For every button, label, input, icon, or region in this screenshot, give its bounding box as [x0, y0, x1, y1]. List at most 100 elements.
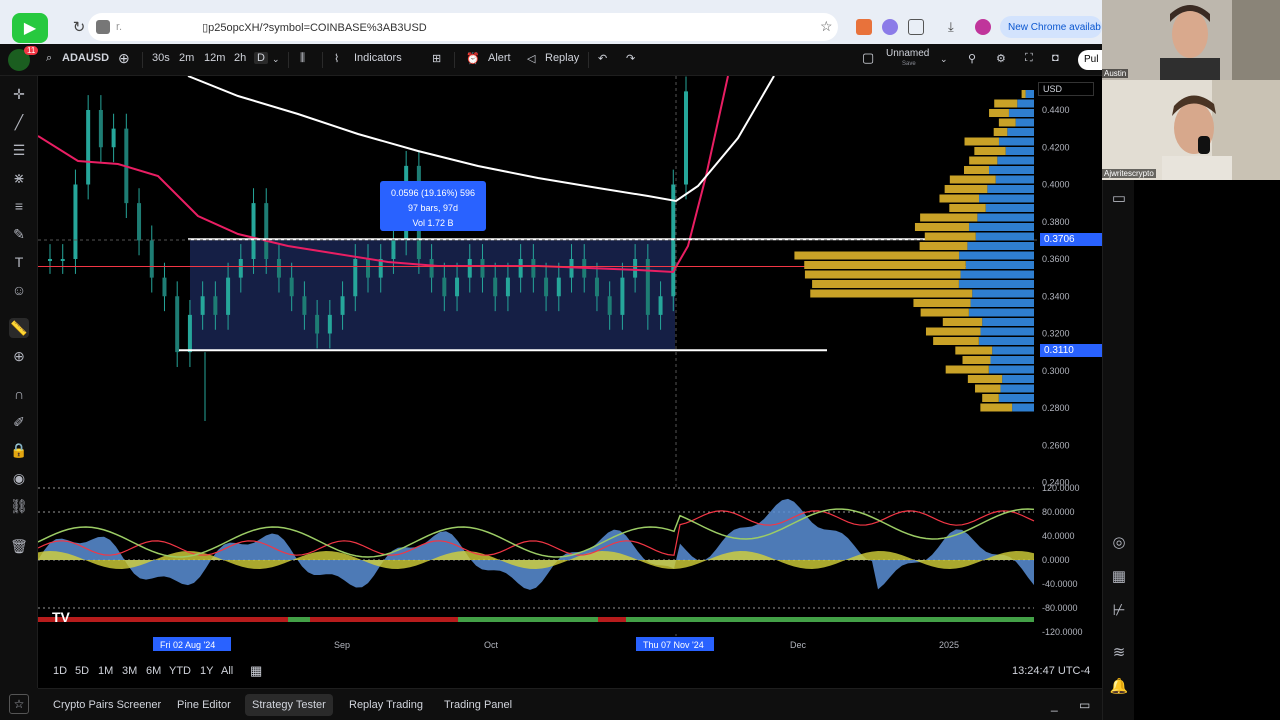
interval-2h[interactable]: 2h: [234, 52, 246, 64]
candle-body: [264, 203, 269, 259]
address-bar[interactable]: r. ▯p25opcXH/?symbol=COINBASE%3AB3USD: [88, 13, 838, 41]
candle-body: [60, 259, 65, 261]
emoji-icon[interactable]: ☺: [9, 280, 29, 300]
alert-button[interactable]: Alert: [488, 52, 511, 64]
stay-in-drawing-icon[interactable]: ✐: [9, 412, 29, 432]
fullscreen-icon[interactable]: ⛶: [1025, 52, 1033, 65]
tab-replay-trading[interactable]: Replay Trading: [342, 694, 430, 716]
symbol-search[interactable]: ADAUSD: [62, 52, 109, 64]
layout-name[interactable]: Unnamed: [886, 48, 929, 59]
volume-profile-bar: [1007, 128, 1034, 136]
measure-volume: Vol 1.72 B: [412, 218, 454, 228]
settings-gear-icon[interactable]: ⚙: [996, 52, 1006, 65]
magnet-icon[interactable]: ∩: [9, 384, 29, 404]
currency-selector[interactable]: USD: [1038, 82, 1094, 96]
clock-readout[interactable]: 13:24:47 UTC-4: [1012, 665, 1090, 677]
extensions-puzzle-icon[interactable]: [908, 19, 924, 35]
range-ytd[interactable]: YTD: [169, 665, 191, 677]
candle-body: [442, 277, 447, 297]
range-3m[interactable]: 3M: [122, 665, 137, 677]
alert-icon[interactable]: ⏰: [466, 52, 480, 65]
ideas-icon[interactable]: ⊬: [1109, 600, 1129, 620]
trendline-icon[interactable]: ╱: [9, 112, 29, 132]
range-1y[interactable]: 1Y: [200, 665, 213, 677]
text-tool-icon[interactable]: T: [9, 252, 29, 272]
layout-icon[interactable]: ▢: [862, 50, 874, 66]
zoom-icon[interactable]: ⊕: [9, 346, 29, 366]
download-icon[interactable]: ⤓: [948, 19, 964, 35]
replay-button[interactable]: Replay: [545, 52, 579, 64]
target-icon[interactable]: ◎: [1109, 532, 1129, 552]
range-1m[interactable]: 1M: [98, 665, 113, 677]
interval-2m[interactable]: 2m: [179, 52, 194, 64]
range-6m[interactable]: 6M: [146, 665, 161, 677]
volume-profile-bar: [970, 299, 1034, 307]
volume-profile-bar: [924, 232, 976, 241]
profile-avatar[interactable]: [975, 19, 991, 35]
bookmark-star-icon[interactable]: ☆: [820, 18, 833, 35]
indicators-icon[interactable]: ⌇: [334, 52, 339, 65]
fib-retracement-icon[interactable]: ☰: [9, 140, 29, 160]
tab-pine-editor[interactable]: Pine Editor: [170, 694, 238, 716]
link-icon[interactable]: ⛓: [9, 496, 29, 516]
chart-svg[interactable]: 0.4400 0.4200 0.4000 0.3800 0.3600 0.3400 0.32…: [38, 76, 1102, 688]
chat-icon[interactable]: ▭: [1109, 188, 1129, 208]
extension-icon[interactable]: [882, 19, 898, 35]
pattern-icon[interactable]: ⋇: [9, 168, 29, 188]
goto-date-icon[interactable]: ▦: [250, 663, 262, 679]
measure-range-box: [190, 239, 675, 351]
metamask-extension-icon[interactable]: [856, 19, 872, 35]
webcam-bottom-image: [1102, 80, 1280, 180]
candle-body: [658, 296, 663, 315]
volume-profile-bar: [949, 175, 996, 184]
redo-icon[interactable]: ↷: [626, 52, 635, 65]
prediction-icon[interactable]: ≡: [9, 196, 29, 216]
interval-12m[interactable]: 12m: [204, 52, 225, 64]
layout-dropdown-icon[interactable]: ⌄: [940, 54, 948, 65]
range-all[interactable]: All: [221, 665, 233, 677]
measure-change: 0.0596 (19.16%) 596: [390, 188, 476, 198]
signal-icon[interactable]: ≋: [1109, 642, 1129, 662]
crosshair-icon[interactable]: ✛: [9, 84, 29, 104]
compare-add-icon[interactable]: ⊕: [118, 50, 130, 67]
tab-trading-panel[interactable]: Trading Panel: [437, 694, 519, 716]
quick-search-icon[interactable]: ⚲: [968, 52, 976, 65]
templates-icon[interactable]: ⊞: [432, 52, 441, 65]
divider: [322, 52, 323, 68]
range-5d[interactable]: 5D: [75, 665, 89, 677]
reload-icon[interactable]: ↻: [68, 16, 90, 38]
replay-icon[interactable]: ◁: [527, 52, 535, 65]
volume-profile-bar: [794, 251, 960, 260]
tab-strategy-tester[interactable]: Strategy Tester: [245, 694, 333, 716]
maximize-panel-icon[interactable]: ▭: [1072, 694, 1097, 716]
chart-pane[interactable]: 0.4400 0.4200 0.4000 0.3800 0.3600 0.3400 0.32…: [38, 76, 1102, 688]
volume-profile-bar: [980, 403, 1013, 412]
indicators-button[interactable]: Indicators: [354, 52, 402, 64]
calendar-icon[interactable]: ▦: [1109, 566, 1129, 586]
lock-icon[interactable]: 🔒: [9, 440, 29, 460]
volume-profile-bar: [975, 232, 1034, 241]
snapshot-camera-icon[interactable]: ◘: [1052, 52, 1059, 64]
ruler-icon[interactable]: 📏: [9, 318, 29, 338]
new-chrome-button[interactable]: New Chrome availab: [1000, 16, 1102, 38]
tab-crypto-pairs-screener[interactable]: Crypto Pairs Screener: [46, 694, 168, 716]
undo-icon[interactable]: ↶: [598, 52, 607, 65]
volume-profile-bar: [980, 327, 1034, 336]
brush-icon[interactable]: ✎: [9, 224, 29, 244]
time-axis-label: Oct: [484, 640, 499, 650]
volume-profile-bar: [987, 185, 1034, 193]
range-1d[interactable]: 1D: [53, 665, 67, 677]
notifications-bell-icon[interactable]: 🔔: [1109, 676, 1129, 696]
interval-d[interactable]: D: [254, 52, 268, 64]
volume-profile-bar: [944, 185, 988, 193]
favorites-star-icon[interactable]: ☆: [9, 694, 29, 714]
candle-type-icon[interactable]: ⫼: [300, 52, 305, 65]
search-icon[interactable]: ⌕: [46, 52, 52, 65]
minimize-panel-icon[interactable]: _: [1044, 694, 1065, 716]
eye-icon[interactable]: ◉: [9, 468, 29, 488]
interval-30s[interactable]: 30s: [152, 52, 170, 64]
trash-icon[interactable]: 🗑: [9, 536, 29, 556]
interval-dropdown-icon[interactable]: ⌄: [272, 54, 280, 65]
chart-toolbar: 11 ⌕ ADAUSD ⊕ 30s 2m 12m 2h D ⌄ ⫼ ⌇ Indi…: [0, 44, 1106, 76]
measure-bars: 97 bars, 97d: [407, 203, 459, 213]
